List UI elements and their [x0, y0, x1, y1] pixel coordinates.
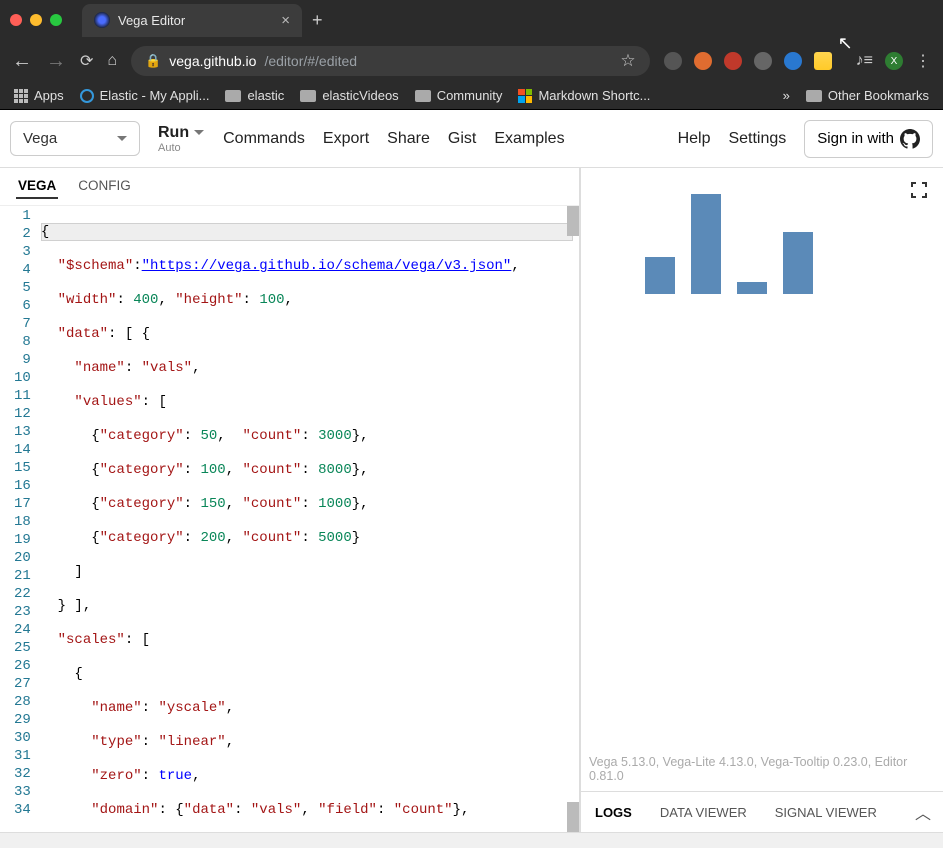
extension-icon[interactable]	[694, 52, 712, 70]
tab-config[interactable]: CONFIG	[76, 174, 133, 199]
favicon-icon	[94, 12, 110, 28]
bookmark-folder[interactable]: Community	[415, 88, 503, 103]
bar	[783, 232, 813, 295]
run-mode-label: Auto	[158, 142, 181, 154]
apps-icon	[14, 89, 28, 103]
url-bar[interactable]: 🔒 vega.github.io/editor/#/edited ☆	[131, 46, 650, 76]
tab-title: Vega Editor	[118, 13, 185, 28]
overflow-icon[interactable]: »	[783, 88, 790, 103]
tab-data-viewer[interactable]: DATA VIEWER	[646, 797, 761, 828]
extension-icons: ↖ ♪≡ X ⋮	[664, 51, 931, 71]
minimize-window-icon[interactable]	[30, 14, 42, 26]
code-editor[interactable]: 1234567891011121314151617181920212223242…	[0, 206, 579, 832]
elastic-icon	[80, 89, 94, 103]
maximize-window-icon[interactable]	[50, 14, 62, 26]
share-button[interactable]: Share	[387, 130, 430, 148]
editor-pane: VEGA CONFIG 1234567891011121314151617181…	[0, 168, 581, 832]
bottom-tabs: LOGS DATA VIEWER SIGNAL VIEWER ︿	[581, 791, 943, 832]
editor-tabs: VEGA CONFIG	[0, 168, 579, 206]
profile-avatar[interactable]: X	[885, 52, 903, 70]
help-button[interactable]: Help	[678, 130, 711, 148]
github-icon	[900, 129, 920, 149]
bookmark-star-icon[interactable]: ☆	[620, 51, 635, 71]
folder-icon	[300, 90, 316, 102]
minimap-scrollbar[interactable]	[567, 802, 579, 832]
forward-button: →	[46, 50, 66, 73]
microsoft-icon	[518, 89, 532, 103]
signin-button[interactable]: Sign in with	[804, 120, 933, 158]
export-button[interactable]: Export	[323, 130, 369, 148]
preview-pane: Vega 5.13.0, Vega-Lite 4.13.0, Vega-Tool…	[581, 168, 943, 832]
tab-vega[interactable]: VEGA	[16, 174, 58, 199]
new-tab-button[interactable]: +	[302, 10, 333, 31]
minimap-scrollbar[interactable]	[567, 206, 579, 236]
run-button[interactable]: Run Auto	[158, 124, 205, 154]
bar	[691, 194, 721, 294]
language-select[interactable]: Vega	[10, 121, 140, 156]
extension-icon[interactable]	[664, 52, 682, 70]
extension-icon[interactable]	[814, 52, 832, 70]
close-window-icon[interactable]	[10, 14, 22, 26]
tab-logs[interactable]: LOGS	[581, 797, 646, 828]
settings-button[interactable]: Settings	[728, 130, 786, 148]
bookmark-folder[interactable]: elasticVideos	[300, 88, 398, 103]
examples-button[interactable]: Examples	[494, 130, 564, 148]
bar-chart	[645, 184, 935, 294]
folder-icon	[225, 90, 241, 102]
split-pane: VEGA CONFIG 1234567891011121314151617181…	[0, 168, 943, 832]
scroll-stub	[0, 832, 943, 848]
code-content[interactable]: { "$schema":"https://vega.github.io/sche…	[41, 206, 579, 832]
folder-icon	[806, 90, 822, 102]
reload-button[interactable]: ⟳	[80, 51, 93, 71]
bar	[645, 257, 675, 295]
extension-icon[interactable]	[784, 52, 802, 70]
bookmark-folder[interactable]: elastic	[225, 88, 284, 103]
back-button[interactable]: ←	[12, 50, 32, 73]
menu-icon[interactable]: ⋮	[915, 51, 931, 71]
chart-panel: Vega 5.13.0, Vega-Lite 4.13.0, Vega-Tool…	[581, 168, 943, 791]
tab-strip: Vega Editor × +	[0, 0, 943, 40]
folder-icon	[415, 90, 431, 102]
info-icon[interactable]	[754, 52, 772, 70]
url-path: /editor/#/edited	[264, 53, 357, 69]
tab-signal-viewer[interactable]: SIGNAL VIEWER	[761, 797, 891, 828]
window-controls	[10, 14, 62, 26]
url-host: vega.github.io	[169, 53, 256, 69]
home-button[interactable]: ⌂	[107, 52, 117, 70]
version-label: Vega 5.13.0, Vega-Lite 4.13.0, Vega-Tool…	[589, 755, 935, 783]
app-toolbar: Vega Run Auto Commands Export Share Gist…	[0, 110, 943, 168]
bookmarks-bar: Apps Elastic - My Appli... elastic elast…	[0, 82, 943, 110]
lock-icon: 🔒	[145, 53, 161, 69]
media-icon[interactable]: ♪≡	[856, 52, 873, 70]
apps-bookmark[interactable]: Apps	[14, 88, 64, 103]
browser-tab[interactable]: Vega Editor ×	[82, 4, 302, 37]
fullscreen-button[interactable]	[907, 178, 931, 202]
chevron-up-icon[interactable]: ︿	[903, 792, 943, 832]
commands-button[interactable]: Commands	[223, 130, 305, 148]
fullscreen-icon	[909, 180, 929, 200]
line-gutter: 1234567891011121314151617181920212223242…	[0, 206, 41, 832]
other-bookmarks[interactable]: Other Bookmarks	[806, 88, 929, 103]
browser-chrome: Vega Editor × + ← → ⟳ ⌂ 🔒 vega.github.io…	[0, 0, 943, 110]
gist-button[interactable]: Gist	[448, 130, 476, 148]
nav-bar: ← → ⟳ ⌂ 🔒 vega.github.io/editor/#/edited…	[0, 40, 943, 82]
bar	[737, 282, 767, 295]
chevron-down-icon	[193, 129, 205, 137]
close-tab-icon[interactable]: ×	[281, 12, 290, 29]
extension-icon[interactable]	[724, 52, 742, 70]
bookmark-item[interactable]: Elastic - My Appli...	[80, 88, 210, 103]
bookmark-item[interactable]: Markdown Shortc...	[518, 88, 650, 103]
